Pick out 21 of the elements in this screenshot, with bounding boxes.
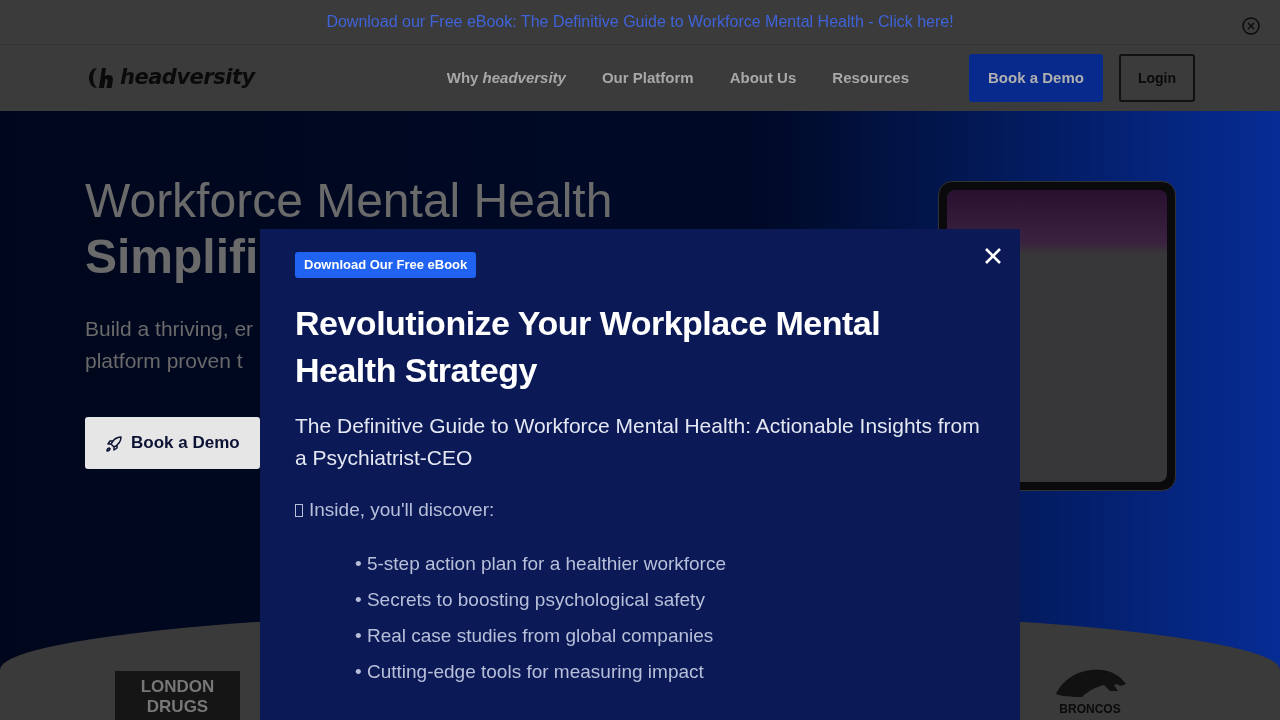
hero-subtitle: Build a thriving, er bbox=[85, 316, 254, 342]
modal-subtitle: The Definitive Guide to Workforce Mental Health: Actionable Insights from a Psychiatrist-CEO bbox=[295, 412, 981, 471]
bullet-item: • 5-step action plan for a healthier workforce bbox=[355, 553, 726, 574]
hero-subtitle: platform proven t bbox=[85, 348, 243, 374]
book-demo-button[interactable]: Book a Demo bbox=[969, 53, 1103, 103]
nav-link[interactable]: Our Platform bbox=[601, 66, 694, 90]
modal-title: Revolutionize Your Workplace Mental Health Strategy bbox=[295, 302, 882, 391]
ebook-badge: Download Our Free eBook bbox=[295, 252, 477, 278]
close-icon[interactable] bbox=[984, 247, 1002, 265]
bullet-item: • Secrets to boosting psychological safety bbox=[355, 589, 705, 610]
book-demo-button[interactable]: Book a Demo bbox=[85, 417, 260, 469]
hero-heading: Simplifi bbox=[85, 229, 259, 285]
nav-link[interactable]: About Us bbox=[729, 66, 797, 90]
company-logo: LONDON DRUGS bbox=[115, 671, 240, 720]
bullet-item: • Cutting-edge tools for measuring impact bbox=[355, 661, 704, 682]
intro-text: Inside, you'll discover: bbox=[309, 497, 495, 522]
bullet-item: • Real case studies from global companies bbox=[355, 625, 714, 646]
logo-icon bbox=[88, 65, 116, 91]
hero-heading: Workforce Mental Health bbox=[85, 173, 613, 229]
nav-link[interactable]: Why headversity bbox=[446, 66, 566, 90]
nav-link[interactable]: Resources bbox=[832, 66, 910, 90]
